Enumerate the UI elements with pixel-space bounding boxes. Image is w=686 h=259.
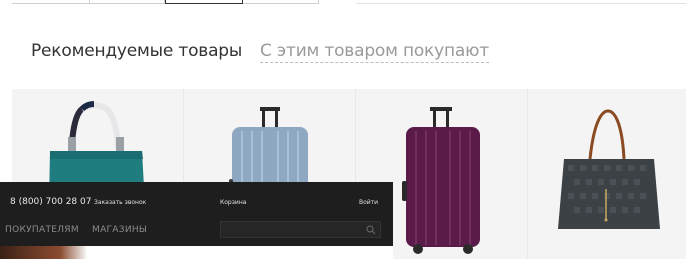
top-tabs-strip	[0, 0, 686, 6]
search-input[interactable]	[220, 221, 381, 238]
nav-item-buyers[interactable]: ПОКУПАТЕЛЯМ	[5, 225, 79, 235]
callback-link[interactable]: Заказать звонок	[94, 199, 146, 206]
recommended-tab[interactable]: Рекомендуемые товары	[31, 41, 242, 61]
product-card-dark-tote[interactable]	[528, 89, 686, 259]
nav-item-stores[interactable]: МАГАЗИНЫ	[92, 225, 147, 235]
tab-partial-2[interactable]	[90, 0, 165, 4]
login-link[interactable]: Войти	[359, 199, 378, 206]
card-underlay	[86, 246, 393, 259]
bought-together-tab[interactable]: С этим товаром покупают	[260, 41, 489, 63]
tab-partial-active[interactable]	[165, 0, 243, 4]
checkered-tote-icon	[558, 109, 660, 229]
tab-partial-1[interactable]	[12, 0, 90, 4]
site-header-overlay: 8 (800) 700 28 07 Заказать звонок Корзин…	[0, 182, 393, 246]
search-icon[interactable]	[366, 225, 376, 235]
phone-number[interactable]: 8 (800) 700 28 07	[10, 197, 91, 207]
cart-link[interactable]: Корзина	[220, 199, 246, 206]
tab-baseline	[356, 3, 686, 4]
tab-partial-4[interactable]	[243, 0, 319, 4]
background-photo-fragment	[0, 246, 86, 259]
